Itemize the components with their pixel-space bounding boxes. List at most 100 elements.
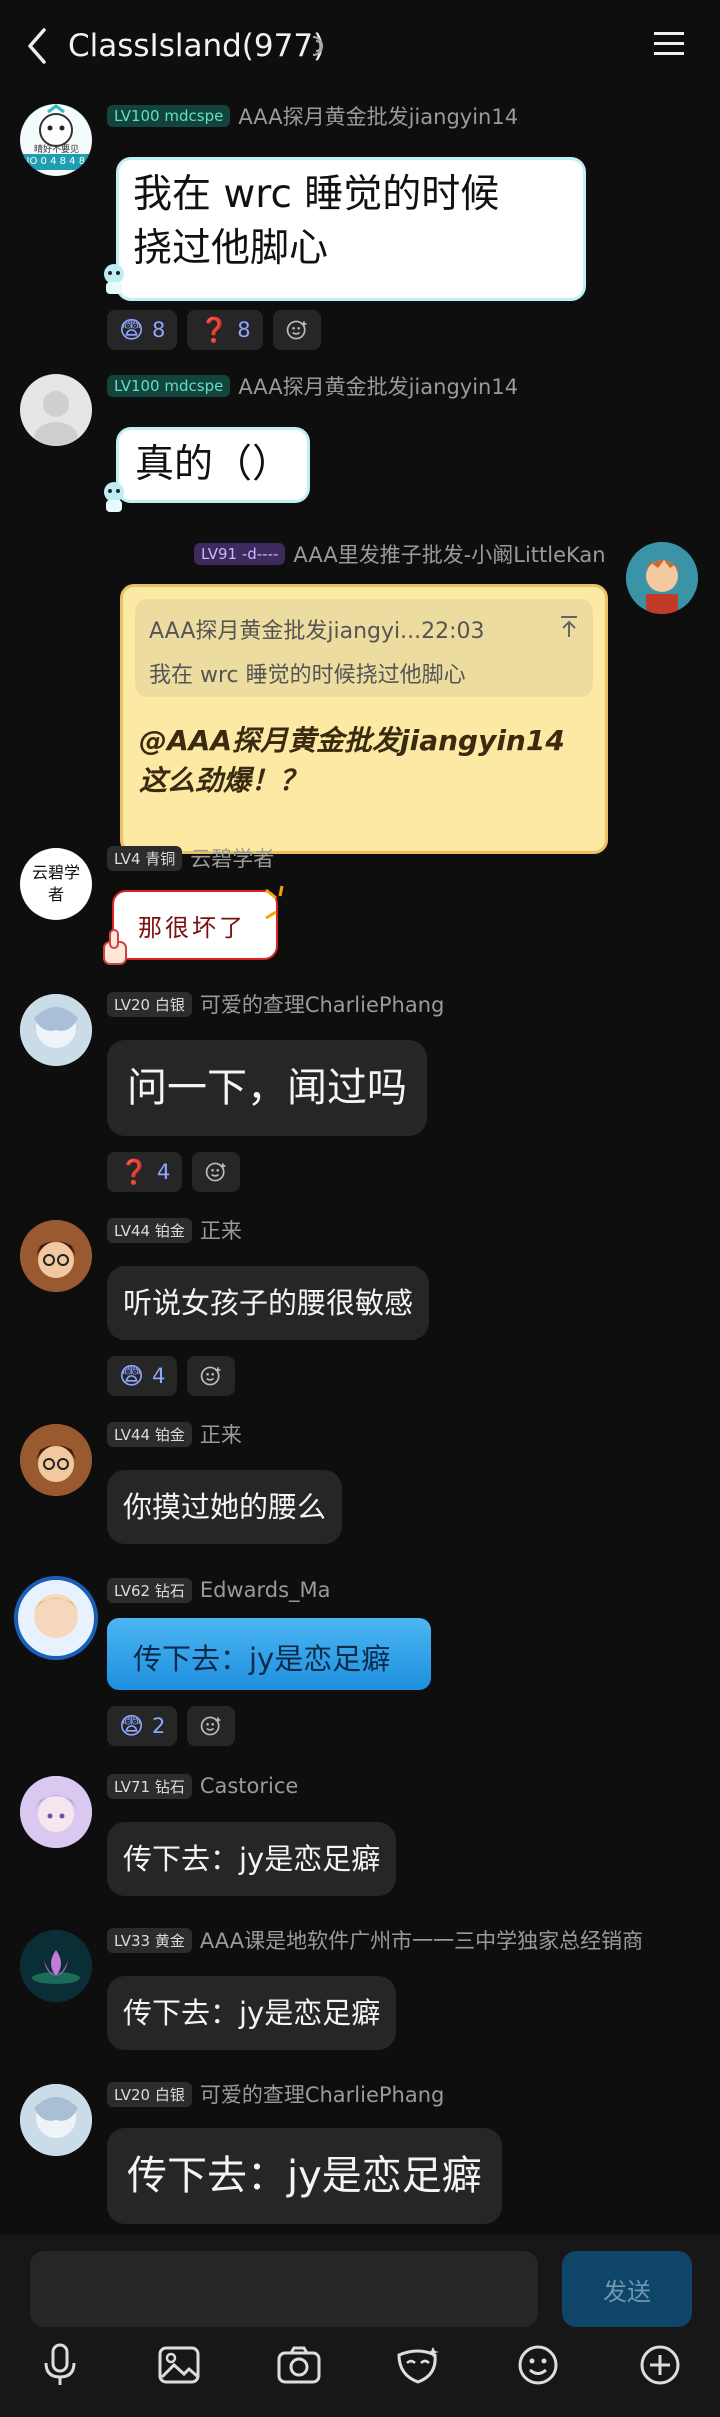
sticker-character-icon bbox=[104, 482, 124, 512]
reaction-count: 8 bbox=[237, 318, 251, 342]
avatar[interactable] bbox=[20, 994, 92, 1066]
message-bubble[interactable]: 听说女孩子的腰很敏感 bbox=[107, 1266, 430, 1340]
reaction-emoji: 😨 bbox=[119, 316, 145, 344]
reaction-emoji: 😨 bbox=[119, 1712, 145, 1740]
message-text: 那很坏了 bbox=[138, 914, 246, 942]
avatar[interactable] bbox=[626, 542, 698, 614]
voice-button[interactable] bbox=[30, 2335, 90, 2395]
avatar[interactable]: 晴好不要见 NO 0 4 8 4 8 4 bbox=[20, 104, 92, 176]
level-badge: LV62 钻石 bbox=[107, 1577, 192, 1603]
reaction-chip[interactable]: 😨 2 bbox=[107, 1706, 178, 1746]
level-badge: LV91 -d---- bbox=[194, 543, 286, 565]
emoji-button[interactable] bbox=[508, 2335, 568, 2395]
chat-title: ClassIsland(977) bbox=[68, 28, 326, 64]
camera-button[interactable] bbox=[269, 2335, 329, 2395]
sender-name[interactable]: AAA探月黄金批发jiangyin14 bbox=[238, 101, 518, 131]
level-badge: LV20 白银 bbox=[107, 2081, 192, 2107]
message-line: 挠过他脚心 bbox=[133, 226, 329, 271]
sticker-button[interactable] bbox=[388, 2335, 448, 2395]
reaction-count: 8 bbox=[152, 318, 166, 342]
avatar[interactable]: ✦ bbox=[14, 1576, 98, 1660]
message-line: 这么劲爆！？ bbox=[139, 764, 308, 797]
avatar[interactable] bbox=[20, 1776, 92, 1848]
mute-icon bbox=[312, 36, 323, 56]
message-text: 传下去：jy是恋足癖 bbox=[133, 1642, 391, 1676]
add-reaction-button[interactable] bbox=[187, 1706, 236, 1746]
message-bubble[interactable]: 那很坏了 bbox=[112, 890, 278, 960]
level-badge: LV71 钻石 bbox=[107, 1773, 192, 1799]
sender-name[interactable]: Edwards_Ma bbox=[200, 1578, 331, 1602]
send-button[interactable]: 发送 bbox=[562, 2251, 692, 2327]
add-emoji-icon bbox=[205, 1162, 226, 1182]
back-arrow-icon[interactable] bbox=[22, 24, 52, 68]
sender-name[interactable]: 可爱的查理CharliePhang bbox=[200, 2079, 445, 2109]
burst-icon bbox=[265, 885, 284, 920]
level-badge: LV100 mdcspe bbox=[107, 375, 231, 397]
reaction-emoji: ❓ bbox=[199, 316, 230, 344]
message-bubble[interactable]: 真的（） bbox=[119, 430, 308, 500]
image-button[interactable] bbox=[149, 2335, 209, 2395]
message-bubble[interactable]: 传下去：jy是恋足癖 bbox=[107, 2128, 502, 2224]
hand-sticker-icon bbox=[103, 929, 127, 965]
microphone-icon bbox=[44, 2343, 76, 2385]
reaction-count: 2 bbox=[152, 1714, 166, 1738]
message-bubble[interactable]: AAA探月黄金批发jiangyi...22:03 我在 wrc 睡觉的时候挠过他… bbox=[120, 584, 608, 854]
add-reaction-button[interactable] bbox=[192, 1152, 241, 1192]
level-badge: LV44 铂金 bbox=[107, 1217, 192, 1243]
message-input[interactable] bbox=[30, 2251, 538, 2327]
sender-name[interactable]: 云碧学者 bbox=[190, 843, 274, 873]
reaction-emoji: ❓ bbox=[119, 1158, 149, 1186]
sticker-icon bbox=[397, 2347, 439, 2384]
message-bubble[interactable]: 问一下，闻过吗 bbox=[107, 1040, 427, 1136]
quote-text: 我在 wrc 睡觉的时候挠过他脚心 bbox=[149, 663, 466, 688]
chat-header: ClassIsland(977) bbox=[0, 0, 720, 92]
sender-name[interactable]: 可爱的查理CharliePhang bbox=[200, 989, 445, 1019]
reaction-chip[interactable]: 😨 8 bbox=[107, 310, 178, 350]
image-icon bbox=[158, 2346, 200, 2384]
avatar-badge: NO 0 4 8 4 8 4 bbox=[22, 156, 92, 167]
avatar-caption: 晴好不要见 bbox=[34, 145, 80, 155]
reaction-chip[interactable]: 😨 4 bbox=[107, 1356, 178, 1396]
reaction-chip[interactable]: ❓ 8 bbox=[187, 310, 263, 350]
level-badge: LV20 白银 bbox=[107, 991, 192, 1017]
avatar[interactable] bbox=[20, 1220, 92, 1292]
reaction-count: 4 bbox=[152, 1364, 166, 1388]
avatar[interactable] bbox=[20, 374, 92, 446]
sender-name[interactable]: 正来 bbox=[200, 1215, 242, 1245]
level-badge: LV4 青铜 bbox=[107, 845, 183, 871]
message-bubble[interactable]: 传下去：jy是恋足癖 bbox=[107, 1822, 397, 1896]
sender-name[interactable]: 正来 bbox=[200, 1419, 242, 1449]
sender-name[interactable]: AAA探月黄金批发jiangyin14 bbox=[238, 371, 518, 401]
level-badge: LV33 黄金 bbox=[107, 1927, 192, 1953]
avatar[interactable]: 云碧学者 bbox=[20, 848, 92, 920]
quote-header: AAA探月黄金批发jiangyi...22:03 bbox=[149, 619, 485, 644]
add-emoji-icon bbox=[201, 1716, 221, 1736]
avatar-text: 云碧学者 bbox=[32, 863, 81, 904]
message-bubble[interactable]: 传下去：jy是恋足癖 bbox=[107, 1618, 431, 1690]
menu-icon[interactable] bbox=[652, 28, 686, 60]
sender-name[interactable]: Castorice bbox=[200, 1774, 299, 1798]
add-reaction-button[interactable] bbox=[187, 1356, 236, 1396]
level-badge: LV44 铂金 bbox=[107, 1421, 192, 1447]
message-bubble[interactable]: 我在 wrc 睡觉的时候 挠过他脚心 bbox=[119, 160, 583, 298]
add-emoji-icon bbox=[201, 1366, 221, 1386]
more-button[interactable] bbox=[630, 2335, 690, 2395]
avatar[interactable] bbox=[20, 1424, 92, 1496]
avatar[interactable] bbox=[20, 1930, 92, 2002]
add-emoji-icon bbox=[286, 320, 307, 340]
sender-name[interactable]: AAA里发推子批发-小阚LittleKan bbox=[293, 539, 605, 569]
jump-to-quote-icon[interactable] bbox=[559, 615, 579, 639]
message-bubble[interactable]: 传下去：jy是恋足癖 bbox=[107, 1976, 397, 2050]
message-line: @AAA探月黄金批发jiangyin14 bbox=[139, 724, 565, 757]
sender-name[interactable]: AAA课是地软件广州市一一三中学独家总经销商 bbox=[200, 1925, 643, 1955]
emoji-icon bbox=[518, 2345, 558, 2385]
svg-text:✦: ✦ bbox=[20, 1576, 32, 1592]
reaction-chip[interactable]: ❓ 4 bbox=[107, 1152, 183, 1192]
avatar[interactable] bbox=[20, 2084, 92, 2156]
reaction-count: 4 bbox=[156, 1160, 171, 1184]
quote-card[interactable]: AAA探月黄金批发jiangyi...22:03 我在 wrc 睡觉的时候挠过他… bbox=[135, 599, 593, 697]
add-reaction-button[interactable] bbox=[272, 310, 321, 350]
sticker-character-icon bbox=[104, 264, 124, 294]
message-bubble[interactable]: 你摸过她的腰么 bbox=[107, 1470, 343, 1544]
reaction-emoji: 😨 bbox=[119, 1362, 145, 1390]
